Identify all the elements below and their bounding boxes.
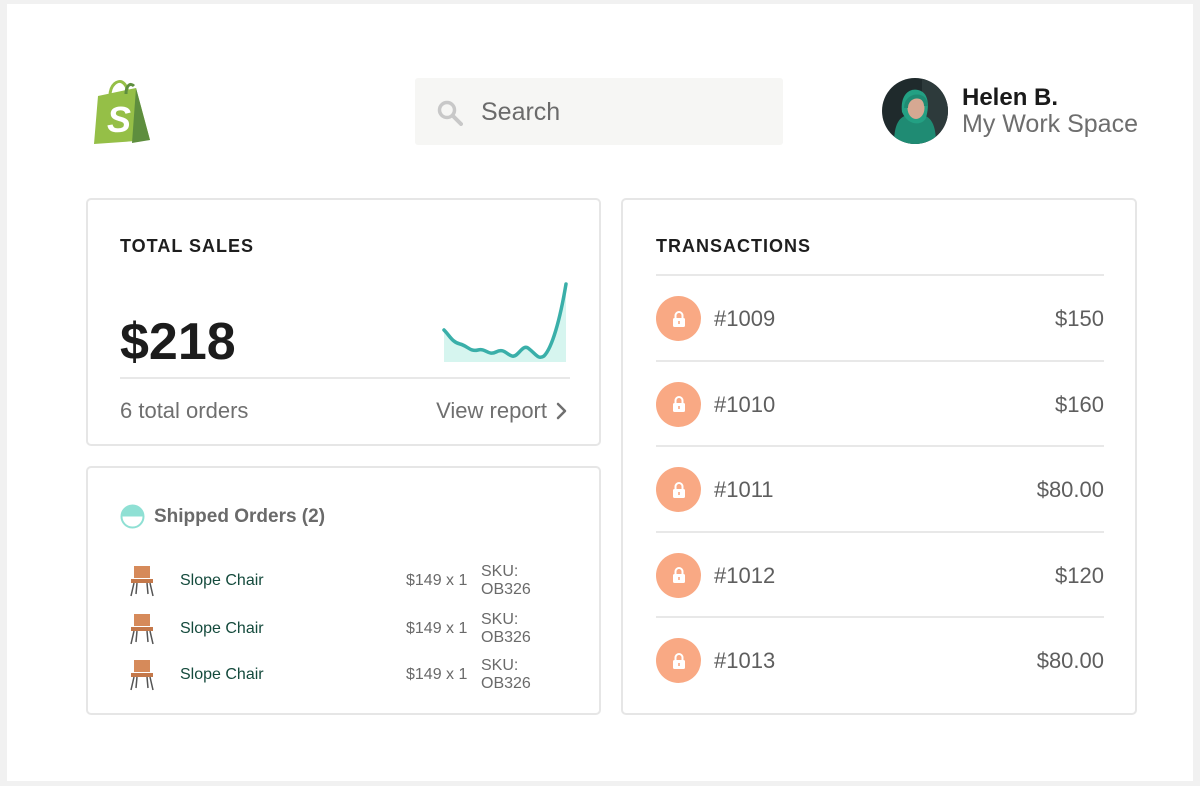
lock-icon [656, 381, 701, 427]
chair-icon [130, 614, 154, 645]
table-row[interactable]: #1009 $150 [656, 274, 1104, 360]
list-item[interactable]: Slope Chair $149 x 1 SKU: OB326 [128, 611, 568, 647]
transaction-amount: $120 [1055, 562, 1104, 588]
lock-icon [656, 638, 701, 683]
total-orders-count: 6 total orders [120, 398, 249, 423]
product-sku: SKU: OB326 [481, 657, 531, 692]
transaction-id: #1009 [714, 306, 776, 331]
chair-icon [130, 566, 154, 597]
product-price: $149 x 1 [406, 572, 468, 589]
product-price: $149 x 1 [406, 620, 468, 637]
search-input[interactable] [481, 92, 761, 132]
lock-icon [656, 552, 701, 598]
workspace-name[interactable]: My Work Space [962, 110, 1138, 139]
table-row[interactable]: #1011 $80.00 [656, 445, 1104, 531]
search-bar[interactable] [415, 78, 783, 145]
chevron-right-icon [556, 402, 567, 420]
product-sku: SKU: OB326 [481, 563, 531, 598]
shopify-bag-icon[interactable]: S [92, 78, 152, 144]
view-report-label: View report [436, 398, 547, 423]
sales-sparkline [442, 282, 568, 362]
product-sku: SKU: OB326 [481, 611, 531, 646]
transaction-id: #1011 [714, 477, 774, 502]
half-circle-icon [120, 504, 145, 529]
chair-icon [130, 660, 154, 691]
dashboard-frame: S Helen B. My Work Space TOTAL SALES $21… [7, 4, 1193, 781]
transaction-amount: $160 [1055, 391, 1104, 417]
transactions-title: TRANSACTIONS [656, 236, 811, 256]
transaction-id: #1010 [714, 391, 776, 417]
sales-amount: $218 [120, 313, 236, 371]
product-name[interactable]: Slope Chair [180, 572, 264, 590]
table-row[interactable]: #1012 $120 [656, 530, 1104, 617]
transaction-amount: $80.00 [1036, 648, 1104, 673]
shipped-orders-header[interactable]: Shipped Orders (2) [120, 504, 325, 529]
transaction-amount: $150 [1055, 306, 1104, 331]
transactions-card: TRANSACTIONS #1009 $150 #1010 $160 #1011… [621, 198, 1137, 715]
lock-icon [656, 467, 701, 512]
sales-divider [120, 377, 570, 379]
shipped-orders-card: Shipped Orders (2) Slope Chair $149 x 1 … [86, 466, 601, 715]
list-item[interactable]: Slope Chair $149 x 1 SKU: OB326 [128, 657, 568, 693]
transaction-amount: $80.00 [1036, 477, 1104, 502]
view-report-link[interactable]: View report [436, 398, 567, 424]
product-price: $149 x 1 [406, 666, 468, 683]
user-name: Helen B. [962, 84, 1059, 111]
avatar[interactable] [882, 78, 948, 144]
product-name[interactable]: Slope Chair [180, 666, 264, 684]
total-sales-card: TOTAL SALES $218 6 total orders View rep… [86, 198, 601, 446]
table-row[interactable]: #1013 $80.00 [656, 616, 1104, 702]
product-name[interactable]: Slope Chair [180, 620, 264, 638]
transaction-id: #1013 [714, 648, 776, 673]
total-sales-title: TOTAL SALES [120, 236, 255, 256]
svg-text:S: S [107, 99, 131, 140]
list-item[interactable]: Slope Chair $149 x 1 SKU: OB326 [128, 563, 568, 599]
search-icon [437, 100, 463, 126]
transactions-list: #1009 $150 #1010 $160 #1011 $80.00 #1012… [656, 274, 1104, 702]
transaction-id: #1012 [714, 562, 776, 588]
shipped-orders-title: Shipped Orders (2) [154, 505, 326, 527]
table-row[interactable]: #1010 $160 [656, 359, 1104, 446]
lock-icon [656, 296, 701, 341]
